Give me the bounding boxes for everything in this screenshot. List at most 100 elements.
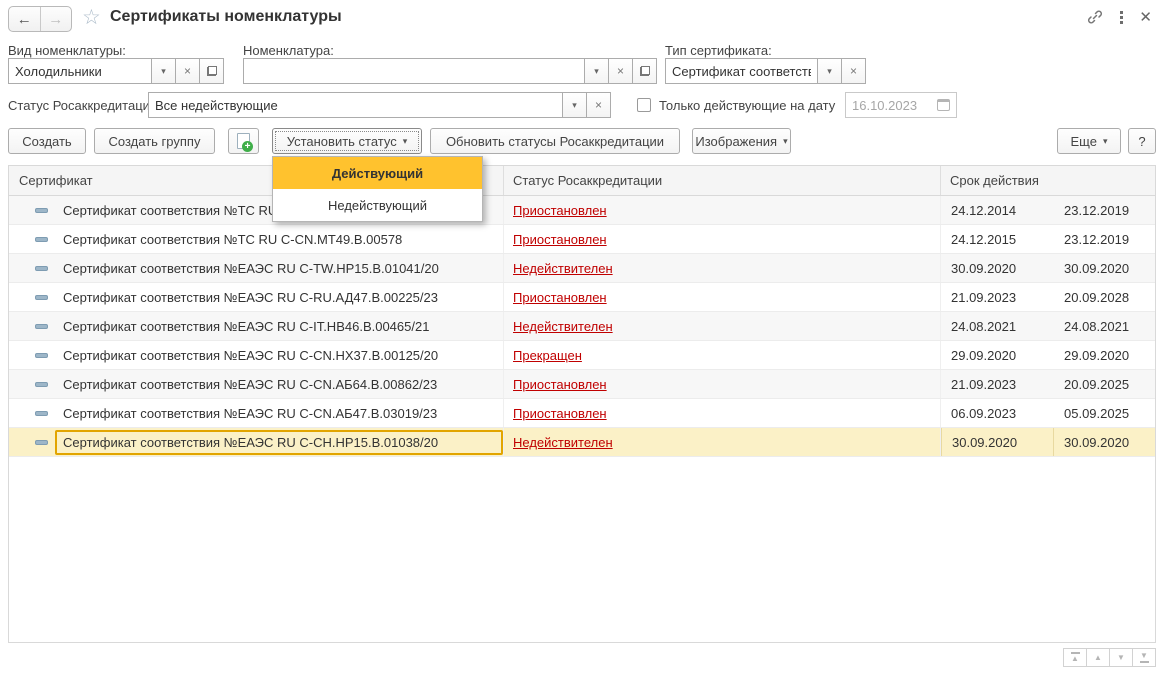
- status-clear-button[interactable]: ×: [587, 92, 611, 118]
- certificate-cell[interactable]: Сертификат соответствия №ЕАЭС RU С-TW.НР…: [9, 254, 504, 282]
- validity-cell: 30.09.202030.09.2020: [941, 428, 1155, 456]
- kebab-menu-icon[interactable]: [1116, 11, 1127, 24]
- create-by-copy-button[interactable]: [228, 128, 259, 154]
- calendar-icon[interactable]: [937, 99, 950, 111]
- chevron-down-icon: ▾: [1103, 136, 1108, 147]
- status-filter-input[interactable]: [148, 92, 563, 118]
- status-link[interactable]: Приостановлен: [513, 406, 607, 421]
- certificate-cell[interactable]: Сертификат соответствия №ЕАЭС RU С-IT.НВ…: [9, 312, 504, 340]
- forward-button[interactable]: →: [41, 7, 72, 31]
- date-from: 29.09.2020: [941, 348, 1054, 363]
- cert-type-clear-button[interactable]: ×: [842, 58, 866, 84]
- images-button[interactable]: Изображения▾: [692, 128, 791, 154]
- validity-cell: 29.09.202029.09.2020: [941, 341, 1155, 369]
- nomenclature-open-button[interactable]: [633, 58, 657, 84]
- status-cell: Недействителен: [504, 428, 941, 456]
- open-form-icon: [640, 66, 650, 76]
- row-down-button[interactable]: ▼: [1109, 648, 1133, 667]
- certificate-cell[interactable]: Сертификат соответствия №ЕАЭС RU С-CN.АБ…: [9, 370, 504, 398]
- table-row[interactable]: Сертификат соответствия №ЕАЭС RU С-CN.АБ…: [9, 370, 1155, 399]
- certificate-name[interactable]: Сертификат соответствия №ТС RU С-CN.МТ49…: [55, 227, 503, 252]
- table-row[interactable]: Сертификат соответствия №ТС RU СПриостан…: [9, 196, 1155, 225]
- table-row[interactable]: Сертификат соответствия №ЕАЭС RU С-RU.АД…: [9, 283, 1155, 312]
- more-button[interactable]: Еще▾: [1057, 128, 1121, 154]
- status-link[interactable]: Недействителен: [513, 319, 613, 334]
- table-row[interactable]: Сертификат соответствия №ТС RU С-CN.МТ49…: [9, 225, 1155, 254]
- cert-type-filter-input[interactable]: [665, 58, 818, 84]
- clear-icon: ×: [595, 98, 602, 112]
- help-button[interactable]: ?: [1128, 128, 1156, 154]
- chevron-down-icon: ▾: [572, 100, 577, 111]
- certificate-name[interactable]: Сертификат соответствия №ЕАЭС RU С-TW.НР…: [55, 256, 503, 281]
- table-row[interactable]: Сертификат соответствия №ЕАЭС RU С-IT.НВ…: [9, 312, 1155, 341]
- nomenclature-clear-button[interactable]: ×: [609, 58, 633, 84]
- set-status-menu: ДействующийНедействующий: [272, 156, 483, 222]
- go-bottom-button[interactable]: ▼: [1132, 648, 1156, 667]
- create-button[interactable]: Создать: [8, 128, 86, 154]
- nomenclature-filter-combo: ▾ ×: [243, 58, 657, 84]
- status-cell: Приостановлен: [504, 225, 941, 253]
- grid-pager: ▲ ▲ ▼ ▼: [1064, 648, 1156, 667]
- menu-item-0[interactable]: Действующий: [273, 157, 482, 189]
- date-from: 06.09.2023: [941, 406, 1054, 421]
- status-link[interactable]: Приостановлен: [513, 290, 607, 305]
- certificate-name[interactable]: Сертификат соответствия №ЕАЭС RU С-CN.НХ…: [55, 343, 503, 368]
- certificate-cell[interactable]: Сертификат соответствия №ЕАЭС RU С-RU.АД…: [9, 283, 504, 311]
- only-active-label: Только действующие на дату: [659, 98, 835, 113]
- date-from: 24.12.2015: [941, 232, 1054, 247]
- status-link[interactable]: Приостановлен: [513, 377, 607, 392]
- certificate-name[interactable]: Сертификат соответствия №ЕАЭС RU С-СН.НР…: [55, 430, 503, 455]
- active-date-field[interactable]: 16.10.2023: [845, 92, 957, 118]
- table-row[interactable]: Сертификат соответствия №ЕАЭС RU С-CN.АБ…: [9, 399, 1155, 428]
- certificate-name[interactable]: Сертификат соответствия №ЕАЭС RU С-CN.АБ…: [55, 401, 503, 426]
- kind-dropdown-button[interactable]: ▾: [152, 58, 176, 84]
- chevron-down-icon: ▾: [783, 136, 788, 147]
- date-from: 21.09.2023: [941, 290, 1054, 305]
- chevron-down-icon: ▾: [403, 136, 408, 147]
- certificate-cell[interactable]: Сертификат соответствия №ТС RU С-CN.МТ49…: [9, 225, 504, 253]
- row-up-button[interactable]: ▲: [1086, 648, 1110, 667]
- arrow-up-icon: ▲: [1094, 654, 1102, 662]
- status-link[interactable]: Прекращен: [513, 348, 582, 363]
- create-group-button[interactable]: Создать группу: [94, 128, 215, 154]
- go-top-button[interactable]: ▲: [1063, 648, 1087, 667]
- item-marker-icon: [35, 208, 48, 213]
- certificate-name[interactable]: Сертификат соответствия №ЕАЭС RU С-IT.НВ…: [55, 314, 503, 339]
- cert-type-dropdown-button[interactable]: ▾: [818, 58, 842, 84]
- nomenclature-dropdown-button[interactable]: ▾: [585, 58, 609, 84]
- nomenclature-filter-input[interactable]: [243, 58, 585, 84]
- update-statuses-button[interactable]: Обновить статусы Росаккредитации: [430, 128, 680, 154]
- back-button[interactable]: ←: [9, 7, 41, 31]
- status-link[interactable]: Недействителен: [513, 261, 613, 276]
- table-row[interactable]: Сертификат соответствия №ЕАЭС RU С-СН.НР…: [9, 428, 1155, 457]
- table-row[interactable]: Сертификат соответствия №ЕАЭС RU С-CN.НХ…: [9, 341, 1155, 370]
- date-from: 24.08.2021: [941, 319, 1054, 334]
- status-link[interactable]: Приостановлен: [513, 203, 607, 218]
- certificate-name[interactable]: Сертификат соответствия №ЕАЭС RU С-CN.АБ…: [55, 372, 503, 397]
- kind-open-button[interactable]: [200, 58, 224, 84]
- validity-cell: 24.12.201423.12.2019: [941, 196, 1155, 224]
- column-header-status[interactable]: Статус Росаккредитации: [504, 166, 941, 195]
- validity-cell: 30.09.202030.09.2020: [941, 254, 1155, 282]
- close-icon[interactable]: ✕: [1139, 8, 1152, 26]
- status-dropdown-button[interactable]: ▾: [563, 92, 587, 118]
- certificate-cell[interactable]: Сертификат соответствия №ЕАЭС RU С-СН.НР…: [9, 428, 504, 456]
- favorite-star-icon[interactable]: ☆: [82, 5, 101, 30]
- status-link[interactable]: Недействителен: [513, 435, 613, 450]
- only-active-checkbox[interactable]: [637, 98, 651, 112]
- set-status-button[interactable]: Установить статус▾: [272, 128, 422, 154]
- column-header-validity[interactable]: Срок действия: [941, 166, 1155, 195]
- link-icon[interactable]: [1086, 8, 1104, 26]
- status-link[interactable]: Приостановлен: [513, 232, 607, 247]
- chevron-down-icon: ▾: [161, 66, 166, 77]
- menu-item-1[interactable]: Недействующий: [273, 189, 482, 221]
- status-cell: Приостановлен: [504, 399, 941, 427]
- certificate-cell[interactable]: Сертификат соответствия №ЕАЭС RU С-CN.НХ…: [9, 341, 504, 369]
- date-to: 30.09.2020: [1054, 261, 1129, 276]
- certificate-name[interactable]: Сертификат соответствия №ЕАЭС RU С-RU.АД…: [55, 285, 503, 310]
- kind-filter-input[interactable]: [8, 58, 152, 84]
- table-row[interactable]: Сертификат соответствия №ЕАЭС RU С-TW.НР…: [9, 254, 1155, 283]
- certificate-cell[interactable]: Сертификат соответствия №ЕАЭС RU С-CN.АБ…: [9, 399, 504, 427]
- status-cell: Недействителен: [504, 312, 941, 340]
- kind-clear-button[interactable]: ×: [176, 58, 200, 84]
